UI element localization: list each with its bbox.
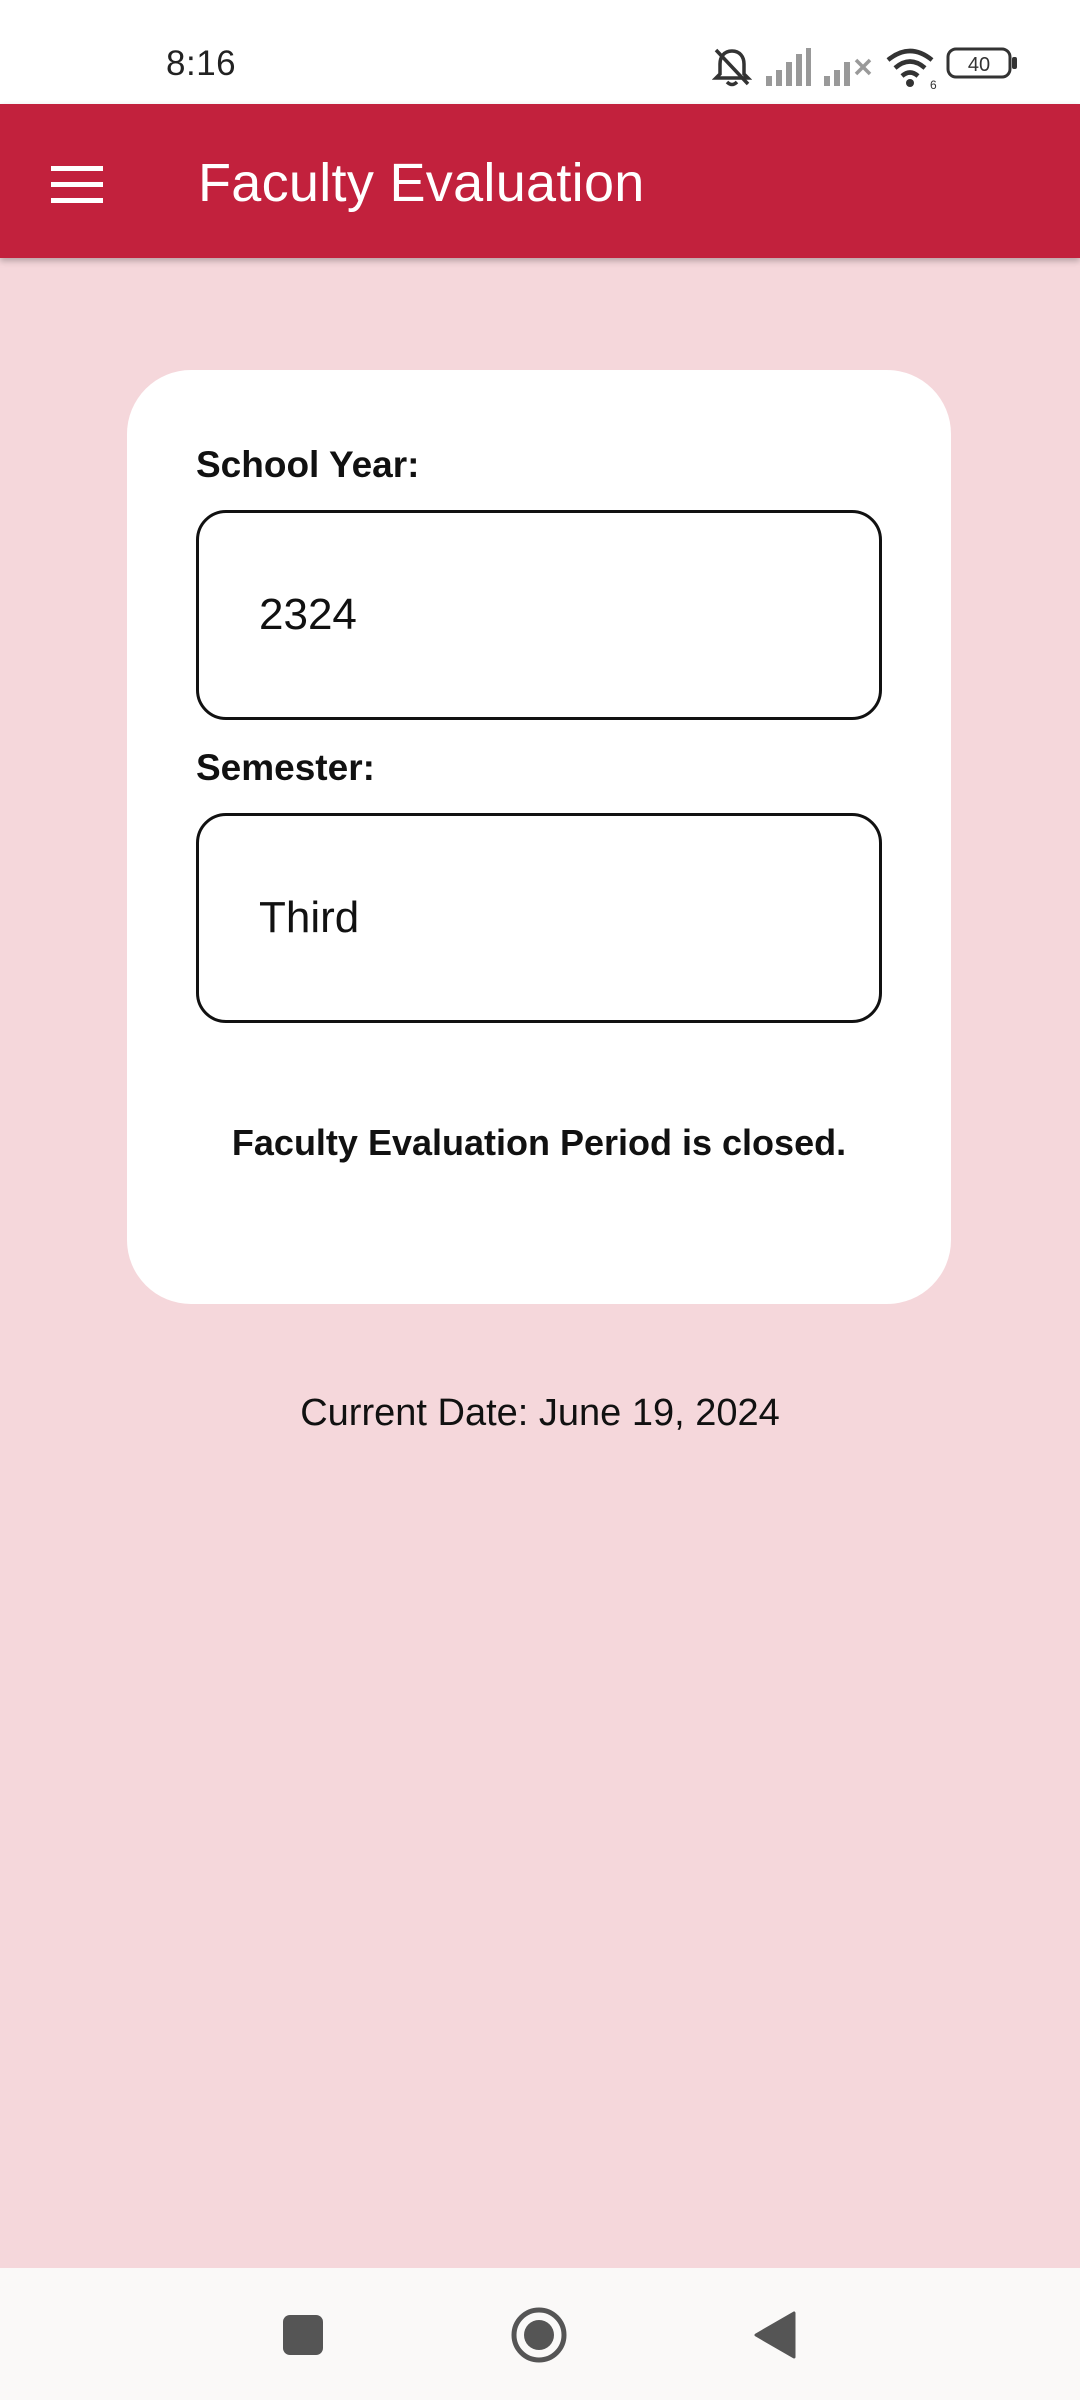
svg-text:6: 6: [930, 78, 937, 90]
status-time: 8:16: [166, 44, 237, 83]
semester-label: Semester:: [196, 747, 375, 788]
school-year-field[interactable]: 2324: [196, 510, 882, 720]
battery-level: 40: [968, 54, 990, 76]
back-button[interactable]: [742, 2302, 808, 2368]
school-year-label: School Year:: [196, 444, 420, 485]
current-date-text: Current Date: June 19, 2024: [300, 1392, 780, 1434]
home-button[interactable]: [506, 2302, 572, 2368]
semester-value: Third: [259, 893, 360, 942]
evaluation-card: School Year: 2324 Semester: Third Facult…: [127, 370, 951, 1304]
status-bar: 8:16 6 40: [0, 0, 1080, 104]
recents-square-icon: [283, 2315, 323, 2355]
signal-icon: [766, 48, 811, 86]
hamburger-menu-icon: [51, 166, 103, 203]
page-title: Faculty Evaluation: [198, 153, 645, 213]
semester-field[interactable]: Third: [196, 813, 882, 1023]
back-triangle-icon: [754, 2311, 796, 2359]
signal-no-service-icon: [824, 58, 872, 86]
battery-icon: 40: [946, 47, 1017, 79]
system-nav-bar: [0, 2268, 1080, 2400]
wifi-icon: 6: [886, 48, 937, 90]
menu-button[interactable]: [34, 142, 120, 228]
bell-muted-icon: [712, 48, 752, 87]
app-bar: Faculty Evaluation: [0, 104, 1080, 258]
recents-button[interactable]: [270, 2302, 336, 2368]
home-circle-icon: [511, 2307, 567, 2363]
school-year-value: 2324: [259, 590, 357, 639]
evaluation-closed-notice: Faculty Evaluation Period is closed.: [231, 1122, 847, 1163]
